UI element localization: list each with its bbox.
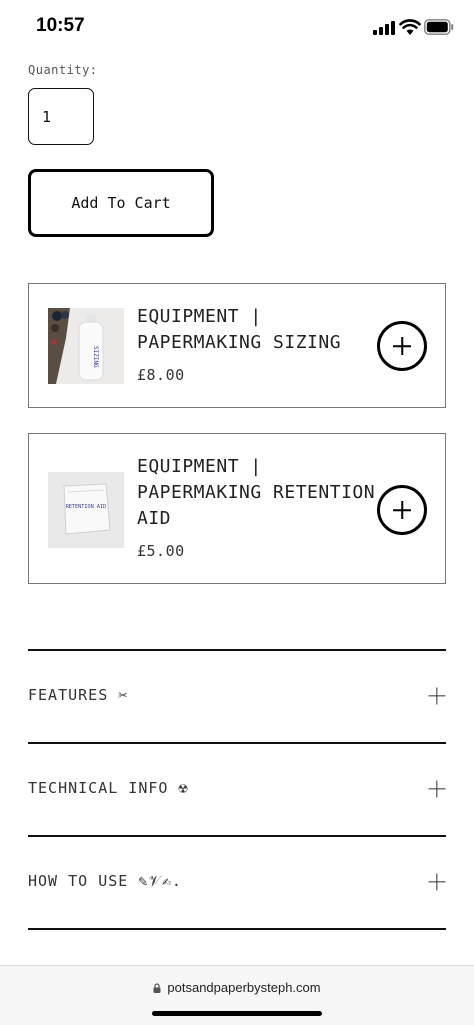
accordion-title: TECHNICAL INFO ☢ [28, 779, 189, 797]
add-to-cart-button[interactable]: Add To Cart [28, 169, 214, 237]
product-price: £8.00 [137, 366, 185, 384]
cellular-signal-icon [373, 21, 395, 35]
accordion-title: HOW TO USE ✎𝒱✍. [28, 872, 182, 890]
product-image-retention-aid: RETENTION AID [48, 472, 124, 548]
lock-icon [153, 983, 161, 993]
product-image-sizing: SIZING [48, 308, 124, 384]
product-price: £5.00 [137, 542, 185, 560]
product-title[interactable]: EQUIPMENT | PAPERMAKING SIZING [137, 304, 377, 356]
plus-icon[interactable] [428, 687, 446, 705]
product-title[interactable]: EQUIPMENT | PAPERMAKING RETENTION AID [137, 454, 377, 532]
add-product-button[interactable] [377, 321, 427, 371]
browser-address-bar[interactable]: potsandpaperbysteph.com [0, 965, 474, 1025]
divider [28, 928, 446, 930]
add-product-button[interactable] [377, 485, 427, 535]
wifi-icon [399, 19, 421, 35]
quantity-input[interactable] [28, 88, 94, 145]
accordion-how-to-use[interactable]: HOW TO USE ✎𝒱✍. [28, 836, 446, 928]
url-text: potsandpaperbysteph.com [167, 980, 321, 995]
plus-icon[interactable] [428, 873, 446, 891]
product-thumb-label: RETENTION AID [66, 504, 107, 510]
url-display[interactable]: potsandpaperbysteph.com [0, 980, 474, 995]
plus-icon[interactable] [428, 780, 446, 798]
home-indicator[interactable] [152, 1011, 322, 1016]
battery-icon [424, 19, 454, 35]
status-bar: 10:57 [0, 0, 474, 56]
product-thumb-label: SIZING [92, 346, 99, 368]
accordion-title: FEATURES ✂ [28, 686, 129, 704]
accordion-features[interactable]: FEATURES ✂ [28, 650, 446, 742]
product-card-sizing[interactable]: SIZING EQUIPMENT | PAPERMAKING SIZING £8… [28, 283, 446, 408]
accordion-technical-info[interactable]: TECHNICAL INFO ☢ [28, 743, 446, 835]
product-card-retention-aid[interactable]: RETENTION AID EQUIPMENT | PAPERMAKING RE… [28, 433, 446, 584]
quantity-label: Quantity: [28, 63, 98, 77]
status-time: 10:57 [36, 15, 85, 36]
